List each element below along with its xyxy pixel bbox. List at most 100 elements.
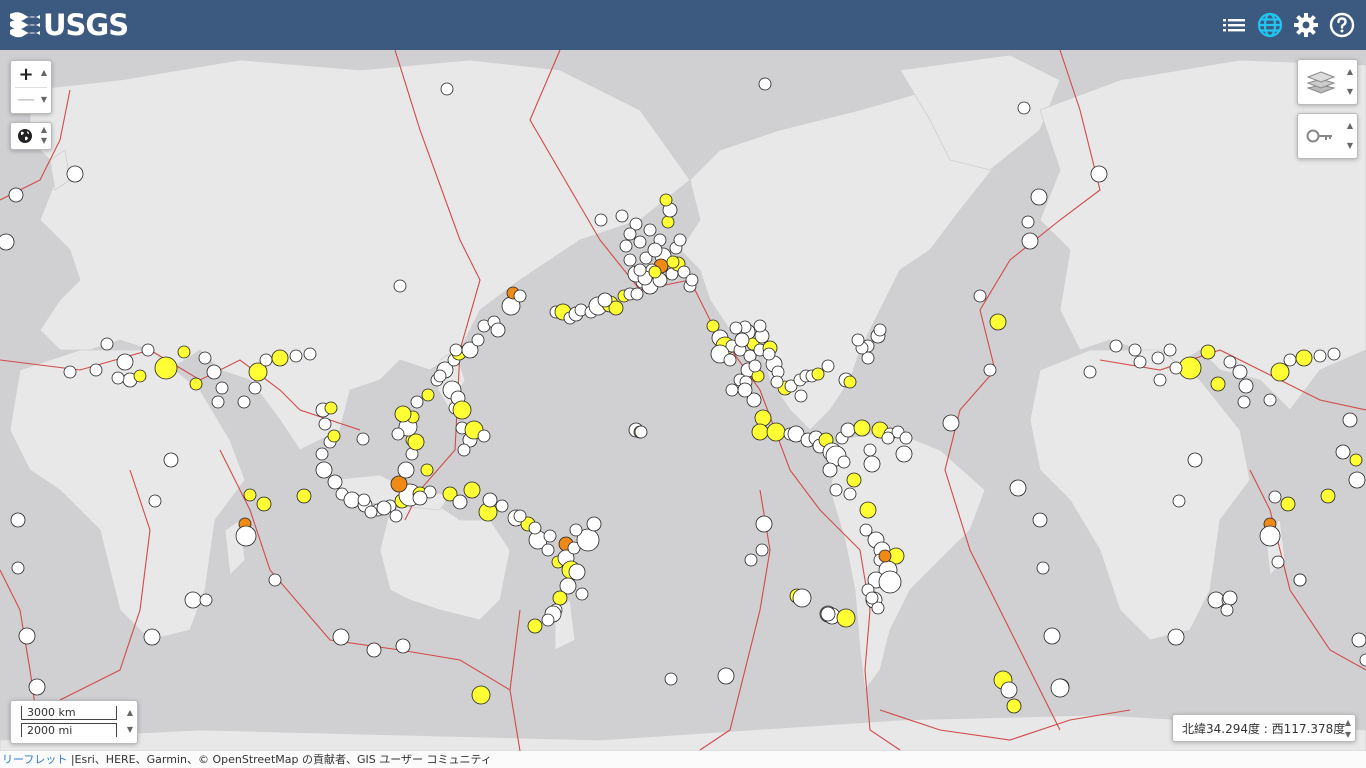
earthquake-marker (1000, 681, 1018, 699)
earthquake-marker (296, 488, 312, 504)
earthquake-marker (289, 349, 303, 363)
earthquake-marker (111, 371, 125, 385)
earthquake-marker (376, 500, 392, 516)
earthquake-marker (327, 474, 343, 490)
earthquake-marker (1342, 412, 1358, 428)
layers-control[interactable]: ▲ ▼ (1297, 59, 1358, 105)
earthquake-marker (575, 587, 589, 601)
earthquake-marker (753, 319, 767, 333)
earthquake-marker (1083, 365, 1097, 379)
earthquake-marker (648, 265, 662, 279)
earthquake-marker (1349, 453, 1363, 467)
earthquake-marker (1006, 698, 1022, 714)
zoom-in-button[interactable]: + (11, 62, 41, 86)
earthquake-marker (1167, 628, 1185, 646)
globe-icon (18, 129, 32, 143)
earthquake-marker (0, 233, 15, 251)
earthquake-marker (829, 483, 843, 497)
earthquake-marker (1232, 364, 1248, 380)
earthquake-marker (482, 492, 498, 508)
earthquake-marker (552, 590, 568, 606)
earthquake-marker (1090, 165, 1108, 183)
earthquake-marker (315, 447, 329, 461)
map-canvas[interactable] (0, 50, 1366, 751)
earthquake-marker (643, 223, 657, 237)
usgs-logo[interactable]: USGS (10, 8, 129, 42)
earthquake-marker (420, 463, 434, 477)
earthquake-marker (615, 209, 629, 223)
earthquake-marker (1271, 555, 1285, 569)
earthquake-marker (1151, 351, 1165, 365)
earthquake-marker (513, 289, 527, 303)
earthquake-marker (541, 613, 555, 627)
usgs-wave-icon (10, 12, 40, 38)
earthquake-marker (66, 165, 84, 183)
earthquake-marker (527, 618, 543, 634)
earthquake-marker (865, 591, 879, 605)
gear-icon[interactable] (1293, 12, 1319, 38)
earthquake-marker (1009, 479, 1027, 497)
earthquake-marker (394, 405, 412, 423)
earthquake-marker (356, 432, 370, 446)
usgs-logo-text: USGS (43, 8, 129, 42)
earthquake-marker (457, 443, 471, 457)
earthquake-marker (163, 452, 179, 468)
earthquake-marker (141, 343, 155, 357)
earthquake-marker (18, 627, 36, 645)
earthquake-marker (754, 409, 772, 427)
earthquake-marker (989, 313, 1007, 331)
help-icon[interactable] (1329, 12, 1355, 38)
list-icon[interactable] (1221, 12, 1247, 38)
earthquake-marker (863, 455, 881, 473)
earthquake-marker (1313, 349, 1327, 363)
earthquake-marker (452, 400, 472, 420)
earthquake-marker (744, 553, 758, 567)
world-view-control[interactable]: ▲ ▼ (10, 122, 52, 150)
earthquake-marker (495, 499, 509, 513)
plate-boundary-8 (509, 609, 521, 751)
earthquake-marker (271, 349, 289, 367)
earthquake-marker (1259, 525, 1281, 547)
legend-control[interactable]: ▲ ▼ (1297, 113, 1358, 159)
globe-icon[interactable] (1257, 12, 1283, 38)
earthquake-marker (471, 685, 491, 705)
earthquake-marker (100, 337, 114, 351)
earthquake-marker (568, 563, 586, 581)
earthquake-marker (28, 678, 46, 696)
plate-boundary-11 (1249, 469, 1366, 671)
earthquake-marker (1220, 603, 1234, 617)
earthquake-marker (895, 445, 913, 463)
earthquake-marker (755, 515, 773, 533)
zoom-out-button[interactable]: — (11, 87, 41, 111)
earthquake-marker (881, 431, 895, 445)
earthquake-marker (256, 496, 272, 512)
earthquake-marker (899, 431, 913, 445)
earthquake-marker (664, 672, 678, 686)
layers-icon (1306, 71, 1336, 94)
earthquake-marker (1172, 494, 1186, 508)
earthquake-marker (184, 591, 202, 609)
earthquake-marker (647, 242, 663, 258)
earthquake-marker (851, 333, 865, 347)
earthquake-marker (189, 377, 203, 391)
earthquake-marker (440, 82, 454, 96)
earthquake-marker (597, 292, 613, 308)
earthquake-marker (327, 429, 341, 443)
earthquake-marker (751, 423, 769, 441)
earthquake-marker (794, 389, 808, 403)
earthquake-marker (846, 472, 862, 488)
earthquake-marker (198, 351, 212, 365)
earthquake-map[interactable] (0, 50, 1366, 751)
earthquake-marker (393, 279, 407, 293)
earthquake-marker (619, 239, 633, 253)
earthquake-marker (63, 365, 77, 379)
earthquake-marker (792, 588, 812, 608)
leaflet-link[interactable]: リーフレット (2, 753, 67, 766)
key-icon (1306, 129, 1332, 143)
earthquake-marker (1270, 362, 1290, 382)
earthquake-marker (840, 422, 856, 438)
earthquake-marker (623, 253, 637, 267)
land-layer (0, 54, 1366, 751)
earthquake-marker (1043, 627, 1061, 645)
earthquake-marker (1036, 561, 1050, 575)
